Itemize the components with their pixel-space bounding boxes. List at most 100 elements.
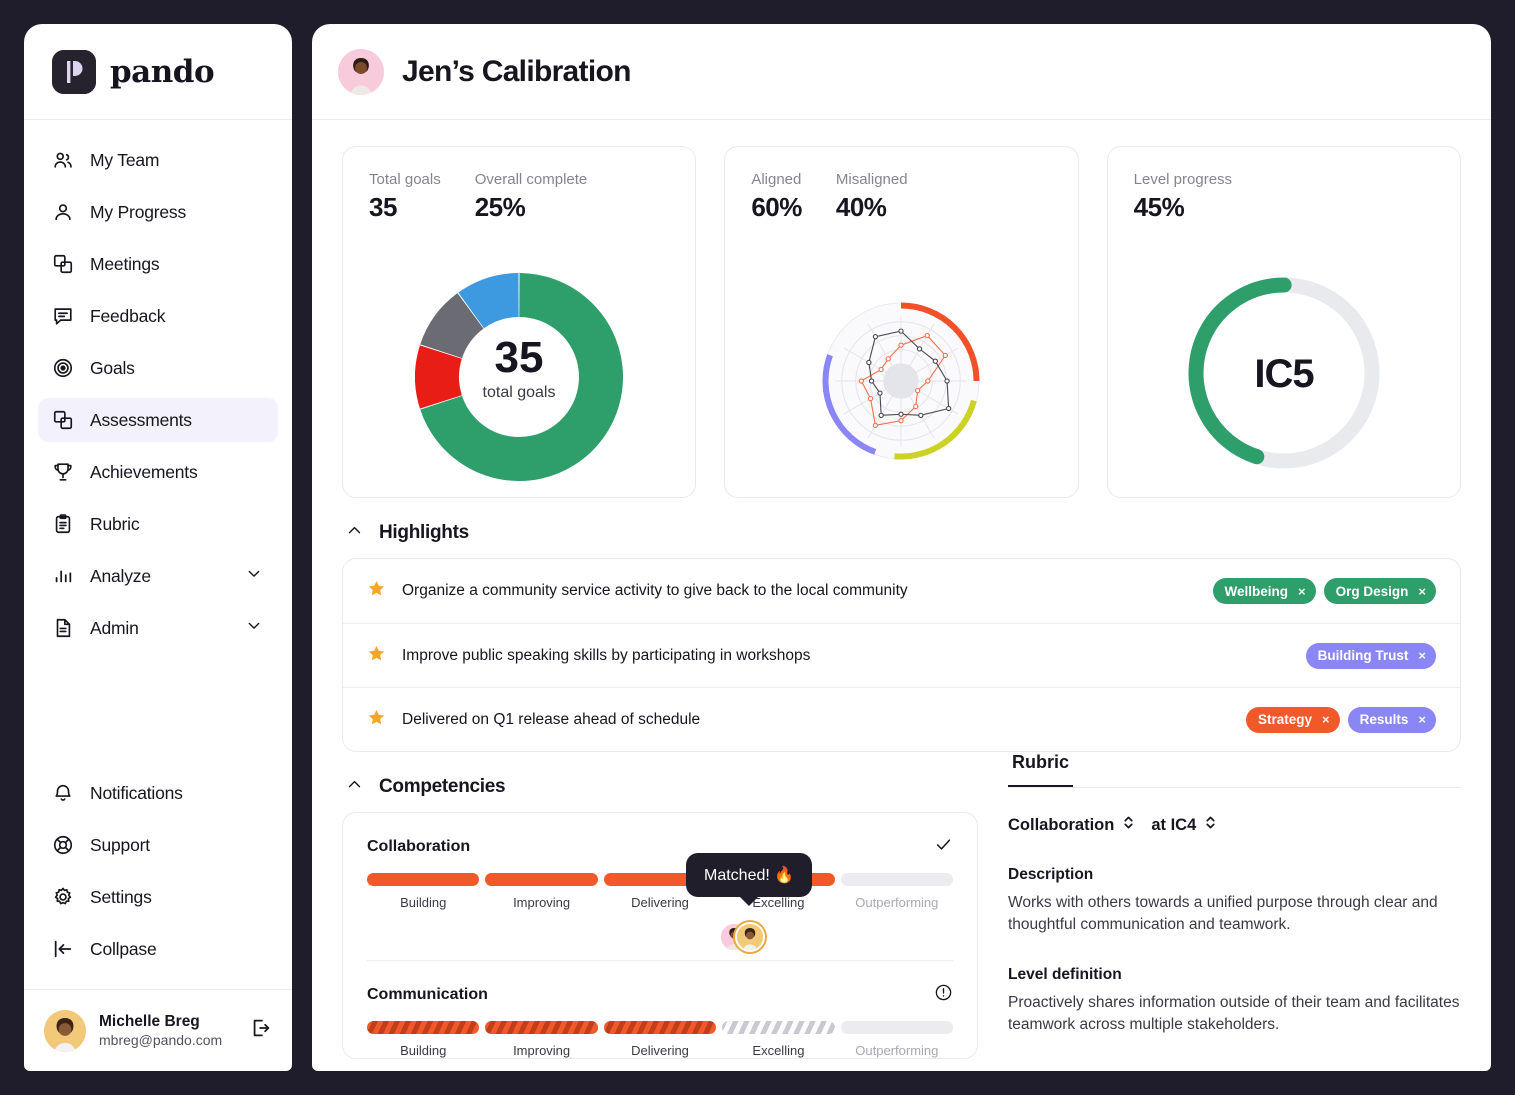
tag-strategy[interactable]: Strategy ×	[1246, 706, 1340, 733]
tag-org-design[interactable]: Org Design ×	[1323, 578, 1436, 604]
tag-building-trust[interactable]: Building Trust ×	[1305, 642, 1436, 669]
tooltip-text: Matched! 🔥	[704, 867, 795, 884]
sidebar-item-label: Analyze	[90, 565, 151, 586]
chevron-down-icon[interactable]	[246, 618, 262, 639]
level-label: Outperforming	[855, 1043, 939, 1058]
competency-collaboration: Collaboration Building Improving Deliver…	[367, 835, 954, 956]
close-icon[interactable]: ×	[1418, 585, 1426, 598]
page-title: Jen’s Calibration	[402, 54, 631, 88]
stat-total-goals: Total goals 35	[369, 171, 441, 223]
app-frame: pando My Team My Progress Meetings Feedb…	[0, 0, 1515, 1095]
bell-icon	[52, 782, 74, 804]
donut-svg: 35 total goals	[415, 273, 624, 481]
tag-label: Strategy	[1258, 712, 1313, 727]
competency-bars: Building Improving Delivering Excelling …	[367, 1021, 954, 1058]
radar-svg	[822, 302, 980, 460]
level-label: Building	[400, 895, 447, 910]
bar-cell[interactable]: Building	[367, 1021, 480, 1058]
sidebar-item-label: Collpase	[90, 938, 157, 959]
rubric-level-value: at IC4	[1151, 815, 1197, 834]
sidebar-item-admin[interactable]: Admin	[38, 606, 278, 650]
lifebuoy-icon	[52, 834, 74, 856]
highlight-text: Organize a community service activity to…	[402, 582, 908, 599]
windows-icon	[52, 253, 74, 275]
sidebar-item-support[interactable]: Support	[38, 823, 278, 867]
stat-row: Level progress 45%	[1134, 171, 1434, 223]
bar-cell[interactable]: Building	[367, 873, 480, 910]
sidebar-item-rubric[interactable]: Rubric	[38, 502, 278, 546]
close-icon[interactable]: ×	[1322, 713, 1330, 726]
level-label: Improving	[513, 895, 571, 910]
star-icon	[367, 644, 386, 668]
close-icon[interactable]: ×	[1418, 649, 1426, 662]
sidebar-item-achievements[interactable]: Achievements	[38, 450, 278, 494]
tag-wellbeing[interactable]: Wellbeing ×	[1212, 578, 1316, 604]
rubric-competency-value: Collaboration	[1008, 815, 1115, 834]
radar-point	[898, 418, 905, 424]
highlights-header[interactable]: Highlights	[346, 522, 1461, 544]
bar-cell[interactable]: Improving	[485, 1021, 598, 1058]
page-header: Jen’s Calibration	[312, 24, 1491, 120]
competencies-header[interactable]: Competencies	[346, 776, 978, 798]
sidebar-item-analyze[interactable]: Analyze	[38, 554, 278, 598]
sidebar-item-collapse[interactable]: Collpase	[38, 927, 278, 971]
close-icon[interactable]: ×	[1298, 585, 1306, 598]
sidebar-item-notifications[interactable]: Notifications	[38, 771, 278, 815]
chevron-updown-icon[interactable]	[1122, 814, 1135, 836]
brand[interactable]: pando	[24, 24, 292, 120]
level-bar	[485, 873, 598, 886]
level-bar	[603, 1021, 717, 1034]
sidebar-item-my-progress[interactable]: My Progress	[38, 190, 278, 234]
avatar-stack[interactable]	[718, 922, 765, 952]
stat-row: Total goals 35 Overall complete 25%	[369, 171, 669, 223]
tab-rubric[interactable]: Rubric	[1008, 752, 1074, 787]
radar-point	[879, 412, 885, 418]
sidebar-item-label: Achievements	[90, 461, 198, 482]
highlight-text: Delivered on Q1 release ahead of schedul…	[402, 710, 701, 728]
close-icon[interactable]: ×	[1418, 713, 1426, 726]
tag-list: Strategy × Results ×	[1246, 706, 1436, 733]
chevron-updown-icon[interactable]	[1204, 814, 1217, 836]
sidebar-item-my-team[interactable]: My Team	[38, 138, 278, 182]
sidebar-item-feedback[interactable]: Feedback	[38, 294, 278, 338]
tag-list: Wellbeing × Org Design ×	[1212, 578, 1436, 604]
tag-results[interactable]: Results ×	[1347, 706, 1436, 733]
level-bar	[367, 873, 480, 886]
user-profile[interactable]: Michelle Breg mbreg@pando.com	[24, 989, 292, 1071]
level-bar	[722, 1021, 835, 1034]
competency-head: Collaboration	[367, 835, 953, 859]
user-icon	[52, 201, 74, 223]
star-icon	[367, 579, 386, 603]
bar-cell[interactable]: Delivering	[603, 1021, 717, 1058]
radar-point	[915, 387, 921, 394]
sidebar-item-assessments[interactable]: Assessments	[38, 398, 278, 442]
matched-tooltip: Matched! 🔥	[686, 853, 813, 897]
radar-point	[859, 378, 865, 384]
sidebar-item-label: Feedback	[90, 305, 166, 326]
collapse-arrow-icon	[52, 938, 74, 960]
chevron-down-icon[interactable]	[246, 566, 262, 587]
sidebar-item-label: Settings	[90, 886, 152, 907]
rubric-level-heading: Level definition	[1008, 966, 1122, 983]
competency-markers	[367, 922, 953, 956]
list-item[interactable]: Delivered on Q1 release ahead of schedul…	[343, 687, 1460, 751]
bar-cell[interactable]: Outperforming	[840, 1021, 954, 1058]
bar-cell[interactable]: Excelling	[722, 1021, 835, 1058]
sidebar-item-meetings[interactable]: Meetings	[38, 242, 278, 286]
goals-donut-chart: 35 total goals	[343, 273, 695, 481]
chevron-up-icon[interactable]	[346, 522, 363, 544]
sidebar-item-goals[interactable]: Goals	[38, 346, 278, 390]
radar-point	[913, 403, 919, 410]
logout-icon[interactable]	[250, 1017, 272, 1044]
bar-cell[interactable]: Improving	[485, 873, 598, 910]
sidebar-item-settings[interactable]: Settings	[38, 875, 278, 919]
chevron-up-icon[interactable]	[346, 776, 363, 798]
profile-text: Michelle Breg mbreg@pando.com	[99, 1013, 222, 1048]
clipboard-icon	[52, 513, 74, 535]
donut-segment	[420, 293, 485, 360]
bar-cell[interactable]: Outperforming	[840, 873, 954, 910]
list-item[interactable]: Organize a community service activity to…	[343, 559, 1460, 623]
tag-list: Building Trust ×	[1305, 642, 1436, 669]
list-item[interactable]: Improve public speaking skills by partic…	[343, 623, 1460, 687]
card-total-goals: Total goals 35 Overall complete 25% 35 t…	[342, 146, 697, 498]
